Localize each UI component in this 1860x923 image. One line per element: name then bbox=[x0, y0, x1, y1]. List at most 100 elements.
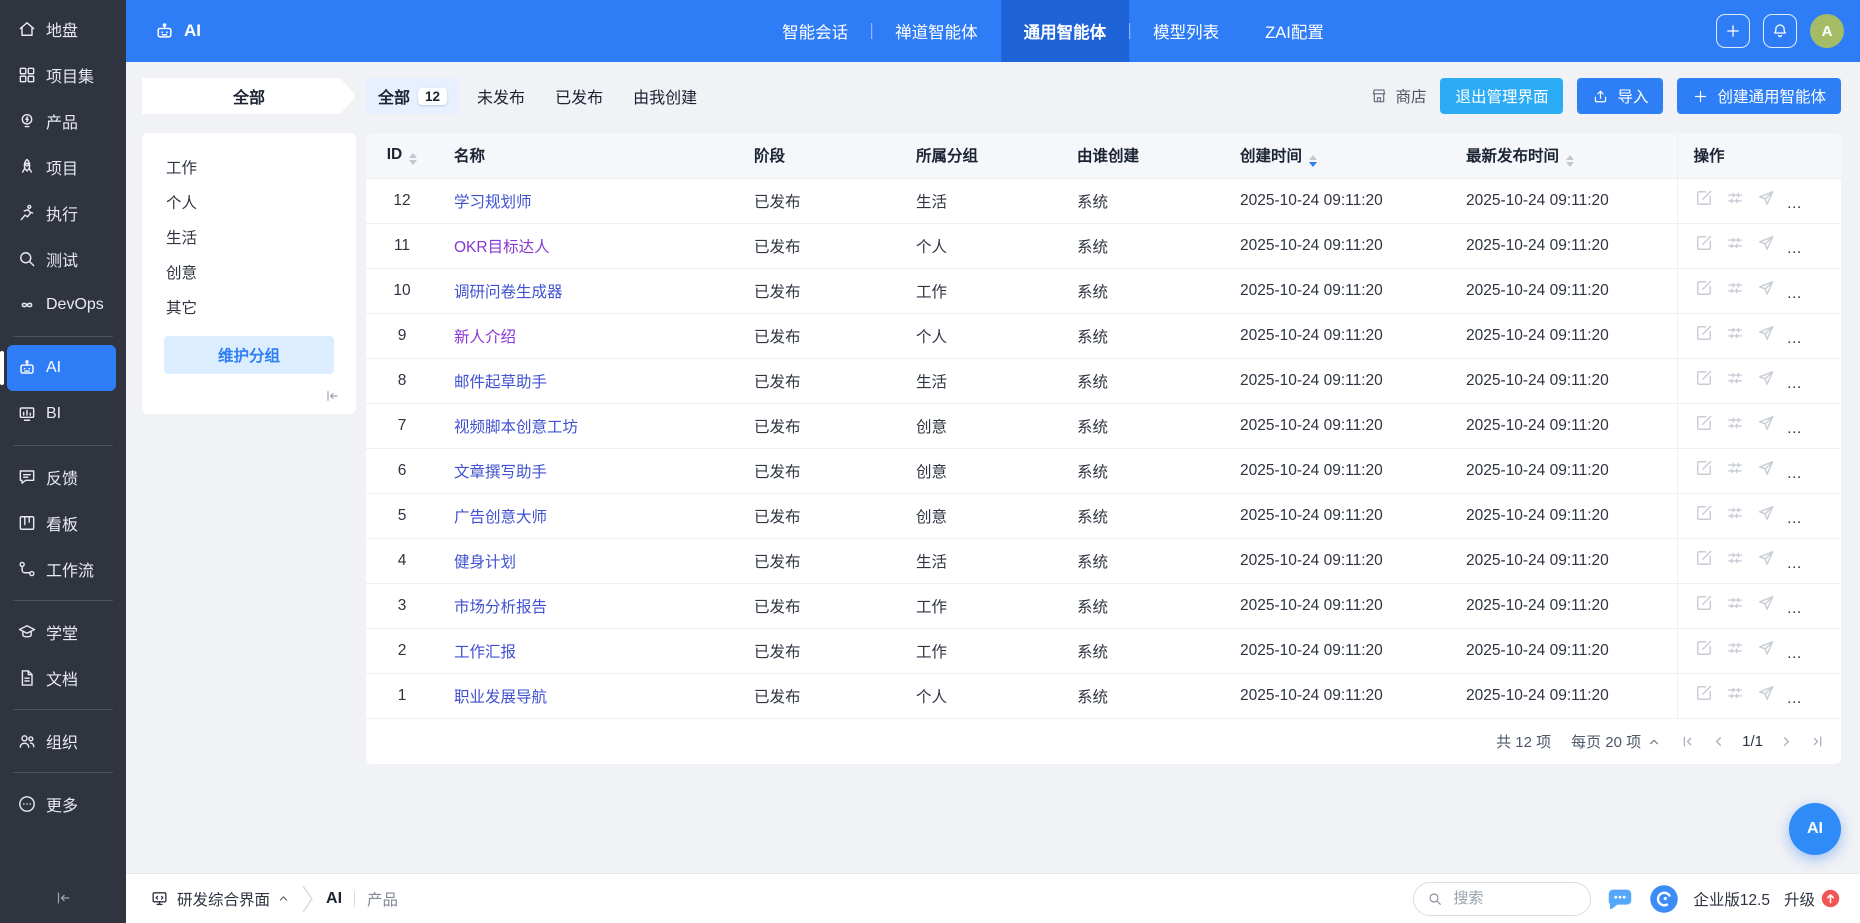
agent-name-link[interactable]: 邮件起草助手 bbox=[454, 374, 547, 391]
send-icon[interactable] bbox=[1756, 548, 1776, 568]
agent-name-link[interactable]: 市场分析报告 bbox=[454, 599, 547, 616]
group-item-4[interactable]: 其它 bbox=[142, 289, 356, 324]
agent-name-link[interactable]: OKR目标达人 bbox=[454, 239, 550, 256]
agent-name-link[interactable]: 文章撰写助手 bbox=[454, 464, 547, 481]
adjust-icon[interactable] bbox=[1725, 458, 1745, 478]
send-icon[interactable] bbox=[1756, 413, 1776, 433]
create-agent-button[interactable]: 创建通用智能体 bbox=[1677, 78, 1841, 114]
edit-icon[interactable] bbox=[1694, 323, 1714, 343]
store-link[interactable]: 商店 bbox=[1370, 85, 1426, 107]
top-tab-zentao-agents[interactable]: 禅道智能体 bbox=[872, 0, 1001, 62]
upgrade-link[interactable]: 升级 bbox=[1784, 888, 1840, 910]
send-icon[interactable] bbox=[1756, 503, 1776, 523]
adjust-icon[interactable] bbox=[1725, 503, 1745, 523]
search-input[interactable] bbox=[1451, 889, 1577, 908]
top-tab-general-agents[interactable]: 通用智能体 bbox=[1001, 0, 1130, 62]
edit-icon[interactable] bbox=[1694, 548, 1714, 568]
group-item-1[interactable]: 个人 bbox=[142, 184, 356, 219]
adjust-icon[interactable] bbox=[1725, 188, 1745, 208]
column-header-id[interactable]: ID bbox=[366, 133, 438, 178]
send-icon[interactable] bbox=[1756, 368, 1776, 388]
breadcrumb-app[interactable]: AI bbox=[326, 890, 342, 908]
filter-collapse-button[interactable] bbox=[142, 388, 356, 404]
share-icon[interactable] bbox=[1818, 413, 1838, 433]
sidebar-item-org[interactable]: 组织 bbox=[0, 718, 126, 764]
send-icon[interactable] bbox=[1756, 188, 1776, 208]
last-page-icon[interactable] bbox=[1810, 734, 1825, 749]
agent-name-link[interactable]: 职业发展导航 bbox=[454, 689, 547, 706]
edit-icon[interactable] bbox=[1694, 413, 1714, 433]
share-icon[interactable] bbox=[1818, 188, 1838, 208]
edit-icon[interactable] bbox=[1694, 503, 1714, 523]
sidebar-item-ai[interactable]: AI bbox=[7, 345, 116, 391]
sort-toggle-created[interactable] bbox=[1309, 155, 1317, 167]
edit-icon[interactable] bbox=[1694, 368, 1714, 388]
share-icon[interactable] bbox=[1818, 503, 1838, 523]
exit-admin-button[interactable]: 退出管理界面 bbox=[1440, 78, 1563, 114]
filter-tab-created-by-me[interactable]: 由我创建 bbox=[621, 78, 709, 114]
share-icon[interactable] bbox=[1818, 233, 1838, 253]
group-item-2[interactable]: 生活 bbox=[142, 219, 356, 254]
edit-icon[interactable] bbox=[1694, 683, 1714, 703]
sidebar-item-workflow[interactable]: 工作流 bbox=[0, 546, 126, 592]
prev-page-icon[interactable] bbox=[1711, 734, 1726, 749]
sidebar-item-devops[interactable]: DevOps bbox=[0, 282, 126, 328]
import-button[interactable]: 导入 bbox=[1577, 78, 1663, 114]
agent-name-link[interactable]: 调研问卷生成器 bbox=[454, 284, 563, 301]
zentao-logo[interactable] bbox=[1649, 884, 1679, 914]
sidebar-item-projectset[interactable]: 项目集 bbox=[0, 52, 126, 98]
send-icon[interactable] bbox=[1756, 593, 1776, 613]
workspace-switcher[interactable]: 研发综合界面 bbox=[150, 888, 289, 910]
edit-icon[interactable] bbox=[1694, 188, 1714, 208]
group-item-0[interactable]: 工作 bbox=[142, 149, 356, 184]
first-page-icon[interactable] bbox=[1680, 734, 1695, 749]
sidebar-item-execution[interactable]: 执行 bbox=[0, 190, 126, 236]
per-page-selector[interactable]: 每页 20 项 bbox=[1571, 731, 1660, 752]
sidebar-collapse-button[interactable] bbox=[0, 877, 126, 923]
adjust-icon[interactable] bbox=[1725, 278, 1745, 298]
send-icon[interactable] bbox=[1756, 638, 1776, 658]
adjust-icon[interactable] bbox=[1725, 323, 1745, 343]
agent-name-link[interactable]: 健身计划 bbox=[454, 554, 516, 571]
agent-name-link[interactable]: 新人介绍 bbox=[454, 329, 516, 346]
send-icon[interactable] bbox=[1756, 233, 1776, 253]
filter-tab-all[interactable]: 全部12 bbox=[366, 78, 459, 114]
send-icon[interactable] bbox=[1756, 278, 1776, 298]
sidebar-item-feedback[interactable]: 反馈 bbox=[0, 454, 126, 500]
share-icon[interactable] bbox=[1818, 683, 1838, 703]
sort-toggle-id[interactable] bbox=[409, 153, 417, 165]
edit-icon[interactable] bbox=[1694, 278, 1714, 298]
edit-icon[interactable] bbox=[1694, 638, 1714, 658]
share-icon[interactable] bbox=[1818, 458, 1838, 478]
filter-tab-published[interactable]: 已发布 bbox=[543, 78, 615, 114]
sidebar-item-more[interactable]: 更多 bbox=[0, 781, 126, 827]
notifications-button[interactable] bbox=[1763, 14, 1797, 48]
share-icon[interactable] bbox=[1818, 548, 1838, 568]
share-icon[interactable] bbox=[1818, 638, 1838, 658]
edit-icon[interactable] bbox=[1694, 593, 1714, 613]
adjust-icon[interactable] bbox=[1725, 413, 1745, 433]
filter-breadcrumb-all[interactable]: 全部 bbox=[142, 78, 356, 114]
share-icon[interactable] bbox=[1818, 323, 1838, 343]
maintain-groups-button[interactable]: 维护分组 bbox=[164, 336, 334, 374]
user-avatar[interactable]: A bbox=[1810, 14, 1844, 48]
send-icon[interactable] bbox=[1756, 683, 1776, 703]
send-icon[interactable] bbox=[1756, 323, 1776, 343]
breadcrumb-sub[interactable]: 产品 bbox=[367, 888, 398, 910]
agent-name-link[interactable]: 工作汇报 bbox=[454, 644, 516, 661]
sidebar-item-test[interactable]: 测试 bbox=[0, 236, 126, 282]
top-tab-zai-config[interactable]: ZAI配置 bbox=[1242, 0, 1347, 62]
edit-icon[interactable] bbox=[1694, 233, 1714, 253]
share-icon[interactable] bbox=[1818, 368, 1838, 388]
adjust-icon[interactable] bbox=[1725, 593, 1745, 613]
sidebar-item-school[interactable]: 学堂 bbox=[0, 609, 126, 655]
feedback-bubble-icon[interactable] bbox=[1605, 884, 1635, 914]
sidebar-item-home[interactable]: 地盘 bbox=[0, 6, 126, 52]
adjust-icon[interactable] bbox=[1725, 638, 1745, 658]
column-header-created[interactable]: 创建时间 bbox=[1224, 133, 1450, 178]
top-tab-chat[interactable]: 智能会话 bbox=[759, 0, 871, 62]
adjust-icon[interactable] bbox=[1725, 233, 1745, 253]
agent-name-link[interactable]: 学习规划师 bbox=[454, 194, 532, 211]
filter-tab-unpublished[interactable]: 未发布 bbox=[465, 78, 537, 114]
sort-toggle-published[interactable] bbox=[1566, 155, 1574, 167]
